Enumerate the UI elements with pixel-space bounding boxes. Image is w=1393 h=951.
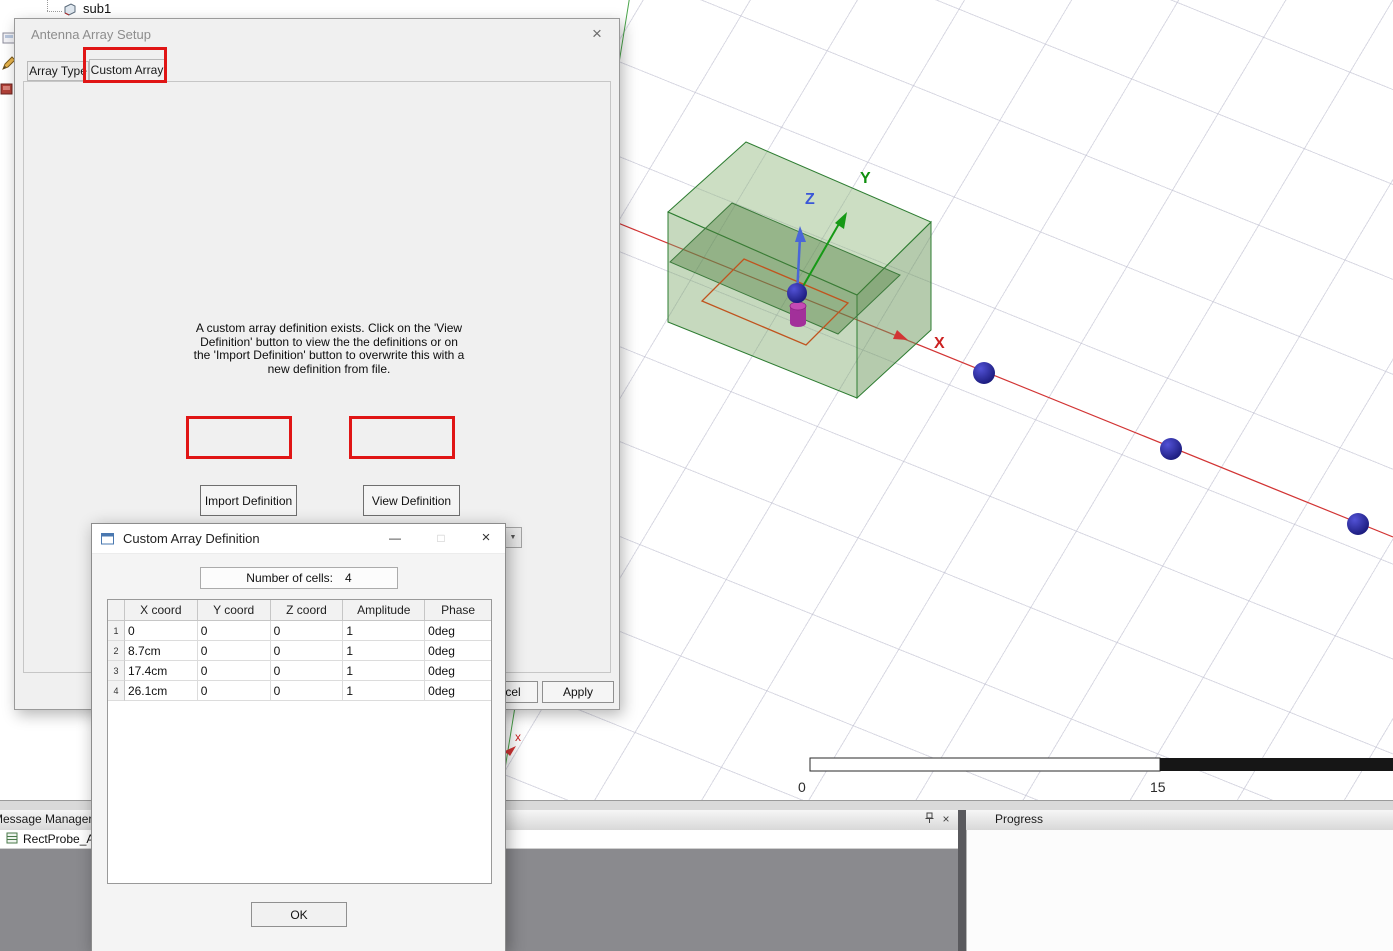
- tree-item-sub1[interactable]: sub1: [83, 1, 111, 16]
- minimize-icon[interactable]: —: [386, 529, 404, 547]
- array-element-origin[interactable]: [787, 283, 807, 303]
- progress-title: Progress: [995, 810, 1043, 829]
- corner-header: [108, 600, 125, 621]
- number-of-cells-value: 4: [345, 571, 352, 585]
- dock-pin-icon[interactable]: [922, 812, 936, 827]
- cell-x[interactable]: 0: [125, 621, 198, 641]
- project-tree-sliver: sub1: [0, 0, 622, 18]
- table-row: 1 0 0 0 1 0deg: [108, 621, 491, 641]
- table-header-row: X coord Y coord Z coord Amplitude Phase: [108, 600, 491, 621]
- row-index: 3: [108, 661, 125, 681]
- custom-array-definition-dialog: Custom Array Definition — □ × Number of …: [91, 523, 506, 951]
- cell-amplitude[interactable]: 1: [343, 681, 425, 701]
- col-header-x: X coord: [125, 600, 198, 621]
- scale-ruler: [810, 758, 1393, 771]
- cell-phase[interactable]: 0deg: [425, 681, 491, 701]
- import-definition-button[interactable]: Import Definition: [200, 485, 297, 516]
- table-row: 2 8.7cm 0 0 1 0deg: [108, 641, 491, 661]
- chevron-down-icon[interactable]: ▼: [504, 528, 521, 547]
- row-index: 1: [108, 621, 125, 641]
- close-icon[interactable]: ×: [477, 529, 495, 547]
- array-element-2[interactable]: [1160, 438, 1182, 460]
- cell-z[interactable]: 0: [271, 621, 344, 641]
- cell-z[interactable]: 0: [271, 661, 344, 681]
- cell-z[interactable]: 0: [271, 681, 344, 701]
- number-of-cells-field: Number of cells: 4: [200, 567, 398, 589]
- row-index: 4: [108, 681, 125, 701]
- cell-amplitude[interactable]: 1: [343, 661, 425, 681]
- dock-close-icon[interactable]: ×: [939, 812, 953, 827]
- dialog-title: Custom Array Definition: [123, 531, 260, 546]
- antenna-array-setup-title-bar[interactable]: Antenna Array Setup ×: [15, 19, 619, 49]
- cell-x[interactable]: 26.1cm: [125, 681, 198, 701]
- cell-amplitude[interactable]: 1: [343, 621, 425, 641]
- cell-amplitude[interactable]: 1: [343, 641, 425, 661]
- cell-x[interactable]: 17.4cm: [125, 661, 198, 681]
- progress-dock: Progress: [966, 810, 1393, 951]
- cell-phase[interactable]: 0deg: [425, 621, 491, 641]
- cell-y[interactable]: 0: [198, 641, 271, 661]
- application-window: X Y Z x 0 15 sub1 Message Manager: [0, 0, 1393, 951]
- cell-phase[interactable]: 0deg: [425, 661, 491, 681]
- local-cs-x-arrowhead: [505, 746, 516, 756]
- col-header-z: Z coord: [271, 600, 344, 621]
- array-element-3[interactable]: [1347, 513, 1369, 535]
- dock-splitter[interactable]: [958, 810, 966, 951]
- number-of-cells-label: Number of cells:: [246, 571, 333, 585]
- close-icon[interactable]: ×: [587, 24, 607, 44]
- message-item-icon: [6, 832, 18, 847]
- cell-y[interactable]: 0: [198, 681, 271, 701]
- table-row: 4 26.1cm 0 0 1 0deg: [108, 681, 491, 701]
- array-element-1[interactable]: [973, 362, 995, 384]
- col-header-y: Y coord: [198, 600, 271, 621]
- message-manager-title: Message Manager: [0, 810, 92, 829]
- window-icon: [101, 532, 114, 550]
- maximize-icon[interactable]: □: [432, 529, 450, 547]
- col-header-phase: Phase: [425, 600, 491, 621]
- tab-array-type[interactable]: Array Type: [27, 61, 89, 81]
- col-header-amplitude: Amplitude: [343, 600, 425, 621]
- custom-array-message: A custom array definition exists. Click …: [190, 322, 468, 376]
- cell-y[interactable]: 0: [198, 661, 271, 681]
- cell-y[interactable]: 0: [198, 621, 271, 641]
- dialog-title: Antenna Array Setup: [31, 27, 151, 42]
- row-index: 2: [108, 641, 125, 661]
- tree-connector: [47, 0, 48, 11]
- cells-table: X coord Y coord Z coord Amplitude Phase …: [107, 599, 492, 884]
- cell-phase[interactable]: 0deg: [425, 641, 491, 661]
- message-item-label: RectProbe_A: [23, 832, 94, 846]
- progress-content: [966, 830, 1393, 951]
- toolbar-material-icon[interactable]: [0, 82, 15, 101]
- cell-z[interactable]: 0: [271, 641, 344, 661]
- apply-button[interactable]: Apply: [542, 681, 614, 703]
- custom-array-definition-title-bar[interactable]: Custom Array Definition — □ ×: [92, 524, 505, 554]
- tab-custom-array[interactable]: Custom Array: [89, 59, 165, 82]
- table-row: 3 17.4cm 0 0 1 0deg: [108, 661, 491, 681]
- tree-connector: [47, 11, 62, 12]
- ok-button[interactable]: OK: [251, 902, 347, 927]
- feed-probe[interactable]: [790, 302, 806, 327]
- cell-x[interactable]: 8.7cm: [125, 641, 198, 661]
- progress-title-bar[interactable]: Progress: [966, 810, 1393, 831]
- view-definition-button[interactable]: View Definition: [363, 485, 460, 516]
